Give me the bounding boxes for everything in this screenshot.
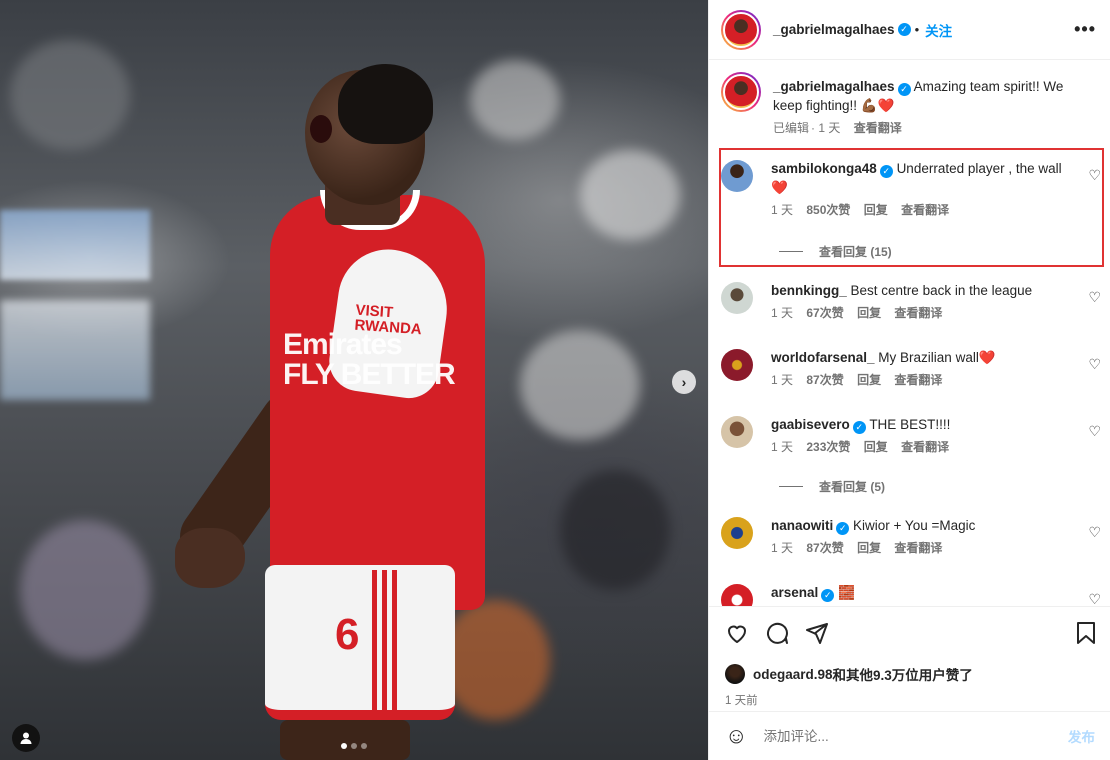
comment-time: 1 天 bbox=[771, 541, 794, 555]
shirt-sponsor-text: Emirates FLY BETTER bbox=[283, 328, 456, 391]
more-options-icon[interactable]: ••• bbox=[1074, 19, 1096, 40]
add-comment-bar: ☺ 发布 bbox=[709, 711, 1110, 760]
comment-username[interactable]: bennkingg_ bbox=[771, 283, 847, 298]
avatar[interactable] bbox=[721, 282, 753, 314]
comment-icon[interactable] bbox=[765, 621, 789, 645]
comment-username[interactable]: worldofarsenal_ bbox=[771, 350, 875, 365]
emoji-icon[interactable]: ☺ bbox=[725, 723, 747, 749]
comment-item: bennkingg_ Best centre back in the leagu… bbox=[721, 281, 1101, 323]
comment-time: 1 天 bbox=[771, 440, 794, 454]
likes-user[interactable]: odegaard.98 bbox=[753, 667, 833, 682]
caption: _gabrielmagalhaes ✓ Amazing team spirit!!… bbox=[721, 72, 1101, 138]
post-header: _gabrielmagalhaes ✓ • 关注 ••• bbox=[709, 0, 1110, 60]
comment-username[interactable]: gaabisevero bbox=[771, 417, 850, 432]
post-comment-button[interactable]: 发布 bbox=[1068, 726, 1095, 746]
avatar[interactable] bbox=[721, 160, 753, 192]
verified-badge-icon: ✓ bbox=[897, 23, 911, 36]
comment-text: 🧱 bbox=[838, 585, 855, 600]
next-photo-button[interactable]: › bbox=[672, 370, 696, 394]
comment-likes[interactable]: 233次赞 bbox=[806, 440, 850, 454]
like-comment-heart-icon[interactable]: ♡ bbox=[1088, 289, 1101, 306]
comment-item: worldofarsenal_ My Brazilian wall❤️ 1 天 … bbox=[721, 348, 1101, 390]
translate-link[interactable]: 查看翻译 bbox=[901, 440, 949, 454]
comment-input[interactable] bbox=[763, 728, 1044, 744]
comment-likes[interactable]: 67次赞 bbox=[806, 306, 843, 320]
comment-likes[interactable]: 87次赞 bbox=[806, 541, 843, 555]
comment-time: 1 天 bbox=[771, 306, 794, 320]
translate-link[interactable]: 查看翻译 bbox=[854, 121, 902, 135]
post-timestamp[interactable]: 1 天前 bbox=[725, 692, 758, 708]
stadium-banner bbox=[0, 210, 150, 280]
comments-list[interactable]: _gabrielmagalhaes ✓ Amazing team spirit!!… bbox=[709, 61, 1110, 606]
comment-item: sambilokonga48 ✓ Underrated player , the … bbox=[721, 159, 1101, 220]
comment-text: Kiwior + You =Magic bbox=[853, 518, 976, 533]
translate-link[interactable]: 查看翻译 bbox=[894, 306, 942, 320]
comment-likes[interactable]: 87次赞 bbox=[806, 373, 843, 387]
comment-item: nanaowiti ✓ Kiwior + You =Magic 1 天 87次赞 … bbox=[721, 516, 1101, 558]
comment-text: THE BEST!!!! bbox=[869, 417, 951, 432]
comment-username[interactable]: nanaowiti bbox=[771, 518, 833, 533]
avatar[interactable] bbox=[721, 9, 761, 50]
likes-summary[interactable]: odegaard.98 和其他9.3万位用户赞了 bbox=[725, 664, 973, 684]
comment-item: arsenal ✓ 🧱 ♡ bbox=[721, 583, 1101, 606]
carousel-dot bbox=[361, 743, 367, 749]
reply-button[interactable]: 回复 bbox=[857, 373, 881, 387]
translate-link[interactable]: 查看翻译 bbox=[894, 541, 942, 555]
follow-button[interactable]: 关注 bbox=[925, 20, 952, 40]
carousel-dot bbox=[351, 743, 357, 749]
stadium-banner bbox=[0, 300, 150, 400]
avatar[interactable] bbox=[721, 72, 761, 112]
verified-badge-icon: ✓ bbox=[852, 421, 866, 434]
comment-text: Best centre back in the league bbox=[850, 283, 1033, 298]
shirt-number: 6 bbox=[335, 610, 360, 659]
like-comment-heart-icon[interactable]: ♡ bbox=[1088, 524, 1101, 541]
avatar[interactable] bbox=[721, 349, 753, 381]
reply-button[interactable]: 回复 bbox=[864, 440, 888, 454]
verified-badge-icon: ✓ bbox=[879, 165, 893, 178]
comment-username[interactable]: sambilokonga48 bbox=[771, 161, 877, 176]
like-comment-heart-icon[interactable]: ♡ bbox=[1088, 423, 1101, 440]
translate-link[interactable]: 查看翻译 bbox=[901, 203, 949, 217]
avatar[interactable] bbox=[721, 517, 753, 549]
user-icon bbox=[20, 732, 32, 744]
comment-username[interactable]: arsenal bbox=[771, 585, 818, 600]
heart-icon[interactable] bbox=[725, 621, 749, 645]
share-icon[interactable] bbox=[805, 621, 829, 645]
view-replies-button[interactable]: 查看回复 (15) bbox=[779, 243, 892, 260]
player-figure: VISIT RWANDA Emirates FLY BETTER 6 bbox=[150, 50, 510, 760]
carousel-indicator bbox=[341, 743, 367, 749]
post-photo[interactable]: VISIT RWANDA Emirates FLY BETTER 6 › bbox=[0, 0, 708, 760]
avatar[interactable] bbox=[721, 416, 753, 448]
chevron-right-icon: › bbox=[681, 374, 687, 390]
post-side-panel: _gabrielmagalhaes ✓ • 关注 ••• _gabrielmag… bbox=[708, 0, 1110, 760]
comment-likes[interactable]: 850次赞 bbox=[806, 203, 850, 217]
like-comment-heart-icon[interactable]: ♡ bbox=[1088, 591, 1101, 606]
carousel-dot bbox=[341, 743, 347, 749]
view-replies-button[interactable]: 查看回复 (5) bbox=[779, 478, 885, 495]
avatar bbox=[725, 664, 745, 684]
bookmark-icon[interactable] bbox=[1075, 621, 1097, 645]
reply-button[interactable]: 回复 bbox=[857, 306, 881, 320]
reply-button[interactable]: 回复 bbox=[864, 203, 888, 217]
verified-badge-icon: ✓ bbox=[836, 522, 850, 535]
edited-label: 已编辑 bbox=[773, 121, 810, 135]
comment-time: 1 天 bbox=[771, 203, 794, 217]
author-username[interactable]: _gabrielmagalhaes bbox=[773, 22, 895, 37]
comment-time: 1 天 bbox=[771, 373, 794, 387]
caption-username[interactable]: _gabrielmagalhaes bbox=[773, 79, 895, 94]
avatar[interactable] bbox=[721, 584, 753, 606]
likes-text: 和其他9.3万位用户赞了 bbox=[832, 668, 973, 683]
post-actions: odegaard.98 和其他9.3万位用户赞了 1 天前 bbox=[709, 606, 1110, 711]
tagged-users-button[interactable] bbox=[12, 724, 40, 752]
comment-item: gaabisevero ✓ THE BEST!!!! 1 天 233次赞 回复 查… bbox=[721, 415, 1101, 457]
like-comment-heart-icon[interactable]: ♡ bbox=[1088, 167, 1101, 184]
verified-badge-icon: ✓ bbox=[897, 83, 911, 96]
comment-text: My Brazilian wall❤️ bbox=[878, 350, 996, 365]
reply-button[interactable]: 回复 bbox=[857, 541, 881, 555]
translate-link[interactable]: 查看翻译 bbox=[894, 373, 942, 387]
like-comment-heart-icon[interactable]: ♡ bbox=[1088, 356, 1101, 373]
verified-badge-icon: ✓ bbox=[821, 589, 835, 602]
caption-time: 1 天 bbox=[818, 121, 841, 135]
separator: • bbox=[914, 22, 920, 37]
